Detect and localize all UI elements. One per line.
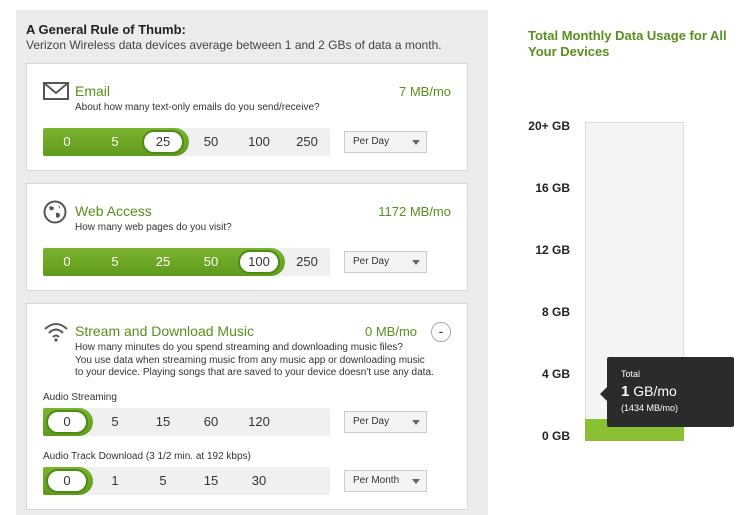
tooltip-label: Total xyxy=(621,369,641,379)
slider-option[interactable]: 5 xyxy=(91,408,139,436)
slider-option[interactable]: 1 xyxy=(91,467,139,495)
slider-option[interactable]: 60 xyxy=(187,408,235,436)
audio-download-slider[interactable]: 0 1 5 15 30 xyxy=(43,467,330,495)
slider-option[interactable]: 120 xyxy=(235,408,283,436)
tick-label: 20+ GB xyxy=(528,119,570,133)
slider-option[interactable]: 15 xyxy=(139,408,187,436)
wifi-icon xyxy=(44,323,68,342)
tick-label: 16 GB xyxy=(535,181,570,195)
chevron-down-icon xyxy=(412,420,420,425)
music-title: Stream and Download Music xyxy=(75,323,254,339)
envelope-icon xyxy=(43,82,69,100)
slider-option[interactable]: 5 xyxy=(91,128,139,156)
tooltip-arrow xyxy=(600,387,607,401)
slider-option[interactable]: 5 xyxy=(139,467,187,495)
slider-option[interactable]: 0 xyxy=(43,248,91,276)
email-card: Email 7 MB/mo About how many text-only e… xyxy=(26,63,468,171)
email-question: About how many text-only emails do you s… xyxy=(75,102,320,113)
audio-download-label: Audio Track Download (3 1/2 min. at 192 … xyxy=(43,451,251,462)
music-question: How many minutes do you spend streaming … xyxy=(75,342,403,353)
intro-subtitle: Verizon Wireless data devices average be… xyxy=(26,38,442,52)
web-period-select[interactable]: Per Day xyxy=(344,251,427,273)
usage-chart-title: Total Monthly Data Usage for All Your De… xyxy=(528,28,727,59)
email-period-select[interactable]: Per Day xyxy=(344,131,427,153)
tooltip-value: 1 GB/mo xyxy=(621,383,677,400)
slider-option[interactable]: 15 xyxy=(187,467,235,495)
music-card: Stream and Download Music 0 MB/mo - How … xyxy=(26,303,468,510)
chevron-down-icon xyxy=(412,260,420,265)
chevron-down-icon xyxy=(412,140,420,145)
chevron-down-icon xyxy=(412,479,420,484)
intro-title: A General Rule of Thumb: xyxy=(26,22,186,37)
slider-option[interactable]: 5 xyxy=(91,248,139,276)
audio-download-period-value: Per Month xyxy=(353,475,400,486)
slider-option[interactable]: 250 xyxy=(283,128,331,156)
audio-streaming-period-select[interactable]: Per Day xyxy=(344,411,427,433)
web-usage-value: 1172 MB/mo xyxy=(378,204,451,219)
audio-streaming-slider[interactable]: 0 5 15 60 120 xyxy=(43,408,330,436)
tooltip-detail: (1434 MB/mo) xyxy=(621,403,679,413)
audio-streaming-label: Audio Streaming xyxy=(43,392,117,403)
tick-label: 8 GB xyxy=(541,305,570,319)
slider-option[interactable]: 250 xyxy=(283,248,331,276)
web-card: Web Access 1172 MB/mo How many web pages… xyxy=(26,183,468,291)
web-slider[interactable]: 0 5 25 50 100 250 xyxy=(43,248,330,276)
email-title: Email xyxy=(75,83,111,99)
collapse-button[interactable]: - xyxy=(431,322,451,342)
music-note: You use data when streaming music from a… xyxy=(75,355,434,378)
slider-option[interactable]: 100 xyxy=(235,128,283,156)
web-question: How many web pages do you visit? xyxy=(75,222,232,233)
slider-option[interactable]: 25 xyxy=(139,248,187,276)
slider-knob[interactable]: 100 xyxy=(238,250,280,274)
slider-knob[interactable]: 25 xyxy=(142,130,184,154)
email-period-value: Per Day xyxy=(353,136,390,147)
email-usage-value: 7 MB/mo xyxy=(398,84,451,99)
tooltip-value-unit: GB/mo xyxy=(629,383,677,399)
total-tooltip: Total 1 GB/mo (1434 MB/mo) xyxy=(600,357,734,427)
slider-option[interactable]: 30 xyxy=(235,467,283,495)
web-title: Web Access xyxy=(75,203,152,219)
slider-option[interactable]: 0 xyxy=(43,128,91,156)
globe-icon xyxy=(43,200,67,224)
web-period-value: Per Day xyxy=(353,256,390,267)
slider-knob[interactable]: 0 xyxy=(46,410,88,434)
audio-streaming-period-value: Per Day xyxy=(353,416,390,427)
slider-option[interactable]: 50 xyxy=(187,128,235,156)
email-slider[interactable]: 0 5 25 50 100 250 xyxy=(43,128,330,156)
audio-download-period-select[interactable]: Per Month xyxy=(344,470,427,492)
slider-option[interactable]: 50 xyxy=(187,248,235,276)
tick-label: 0 GB xyxy=(541,429,570,443)
slider-knob[interactable]: 0 xyxy=(46,469,88,493)
tick-label: 4 GB xyxy=(541,367,570,381)
tick-label: 12 GB xyxy=(535,243,570,257)
calculator-panel: A General Rule of Thumb: Verizon Wireles… xyxy=(16,10,488,515)
music-usage-value: 0 MB/mo xyxy=(364,324,417,339)
